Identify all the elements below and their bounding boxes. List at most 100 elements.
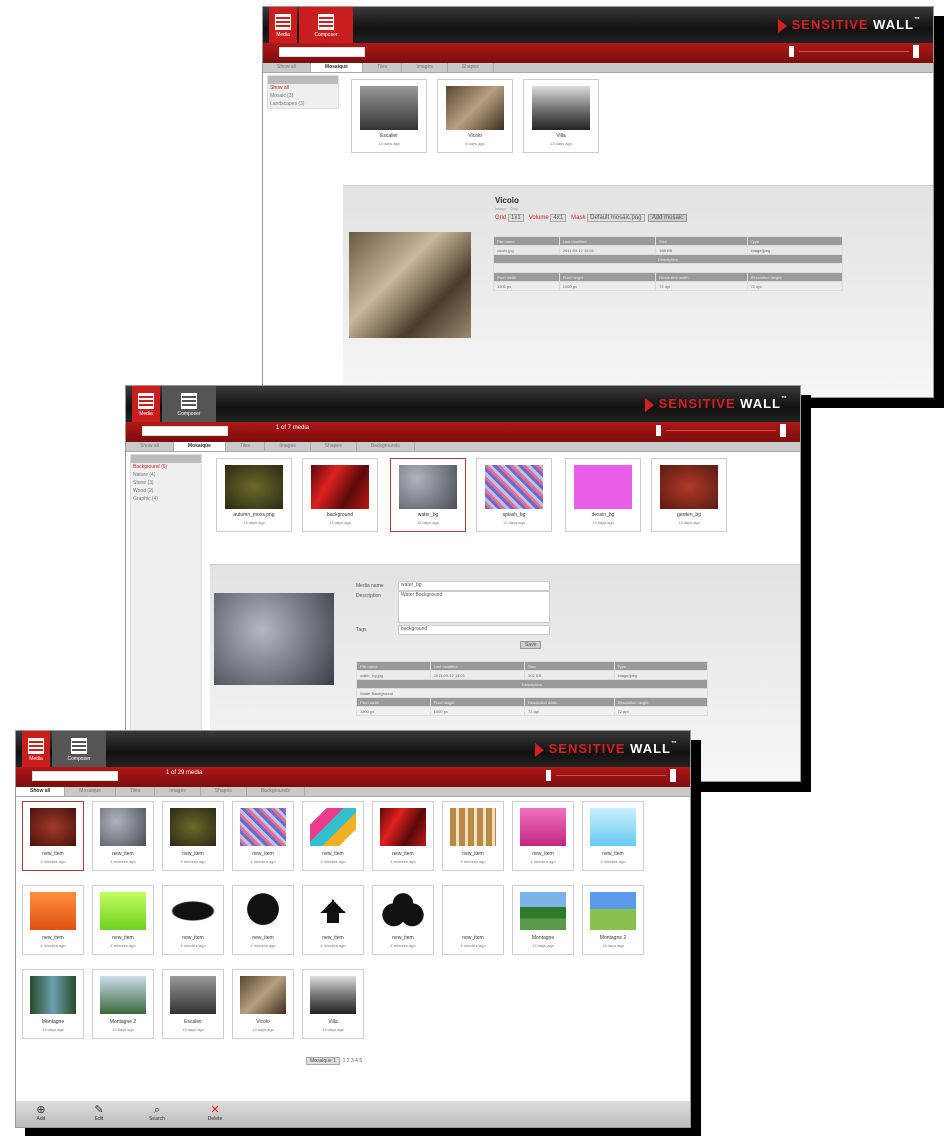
thumb-image <box>311 465 369 509</box>
category-sidebar: Show all Mosaic (3) Landscapes (3) <box>267 75 339 109</box>
zoom-slider[interactable] <box>789 45 919 58</box>
delete-button[interactable]: ✕ Delete <box>200 1104 230 1122</box>
media-thumb[interactable]: new_item 4 minutes ago <box>582 801 644 871</box>
sidebar-item[interactable]: Show all <box>268 84 338 92</box>
save-button[interactable]: Save <box>520 641 542 649</box>
media-thumb[interactable]: new_item 4 minutes ago <box>302 885 364 955</box>
tab-mosaique[interactable]: Mosaique <box>65 787 116 796</box>
media-thumb[interactable]: background 13 days ago <box>302 458 378 532</box>
media-thumb[interactable]: new_item 4 minutes ago <box>22 801 84 871</box>
tab-images[interactable]: Images <box>265 442 311 451</box>
media-thumb[interactable]: Vicolo 8 days ago <box>437 79 513 153</box>
media-thumb[interactable]: Villa 13 days ago <box>523 79 599 153</box>
media-thumb[interactable]: Escalier 13 days ago <box>351 79 427 153</box>
sidebar-item[interactable]: Wood (2) <box>131 487 201 495</box>
media-thumb[interactable]: new_item 4 minutes ago <box>162 885 224 955</box>
media-thumb[interactable]: new_item 4 minutes ago <box>372 801 434 871</box>
tab-show-all[interactable]: Show all <box>126 442 174 451</box>
tab-tiles[interactable]: Tiles <box>116 787 156 796</box>
tab-shapes[interactable]: Shapes <box>448 63 494 72</box>
zoom-slider[interactable] <box>546 769 676 782</box>
media-thumb[interactable]: new_item 4 minutes ago <box>162 801 224 871</box>
media-thumb[interactable]: new_item 4 minutes ago <box>372 885 434 955</box>
tab-tiles[interactable]: Tiles <box>363 63 403 72</box>
media-thumb[interactable]: new_item 4 minutes ago <box>302 801 364 871</box>
media-thumb[interactable]: new_item 4 minutes ago <box>232 885 294 955</box>
media-thumb[interactable]: Escalier 13 days ago <box>162 969 224 1039</box>
media-thumb[interactable]: Montagne 2 13 days ago <box>92 969 154 1039</box>
media-thumb[interactable]: garden_bg 13 days ago <box>651 458 727 532</box>
composer-nav-button[interactable]: Composer <box>299 7 353 43</box>
media-thumb[interactable]: new_item 4 minutes ago <box>442 801 504 871</box>
media-thumb[interactable]: new_item 4 minutes ago <box>512 801 574 871</box>
composer-label: Composer <box>67 756 91 762</box>
media-thumb[interactable]: new_item 4 minutes ago <box>92 885 154 955</box>
mask-select[interactable]: Default mosaic.png <box>587 214 645 222</box>
tab-show-all[interactable]: Show all <box>263 63 311 72</box>
sidebar-item[interactable]: Stone (3) <box>131 479 201 487</box>
composer-nav-button[interactable]: Composer <box>162 386 216 422</box>
search-input[interactable] <box>279 47 365 57</box>
media-nav-button[interactable]: Media <box>132 386 160 422</box>
thumb-image <box>100 808 146 846</box>
toolbar: 1 of 7 media <box>126 422 800 442</box>
search-input[interactable] <box>32 771 118 781</box>
media-thumb[interactable]: autumn_moss.png 13 days ago <box>216 458 292 532</box>
thumb-time: 13 days ago <box>678 520 700 525</box>
tab-mosaique[interactable]: Mosaique <box>173 442 226 451</box>
media-thumb[interactable]: water_bg 12 days ago <box>390 458 466 532</box>
media-name-input[interactable]: water_bg <box>398 581 550 591</box>
media-thumb[interactable]: new_item 4 minutes ago <box>22 885 84 955</box>
tab-shapes[interactable]: Shapes <box>201 787 247 796</box>
sidebar-item[interactable]: Landscapes (3) <box>268 100 338 108</box>
tab-backgrounds[interactable]: Backgrounds <box>247 787 305 796</box>
page-links[interactable]: 1 2 3 4 5 <box>343 1058 362 1064</box>
page-select[interactable]: Mosaique 1 <box>306 1057 340 1065</box>
thumb-image <box>446 86 504 130</box>
tab-backgrounds[interactable]: Backgrounds <box>357 442 415 451</box>
thumb-image <box>30 892 76 930</box>
sidebar-item[interactable]: Nature (4) <box>131 471 201 479</box>
media-thumb[interactable]: Montagne 2 13 days ago <box>582 885 644 955</box>
search-input[interactable] <box>142 426 228 436</box>
composer-nav-button[interactable]: Composer <box>52 731 106 767</box>
media-thumb[interactable]: new_item 4 minutes ago <box>232 801 294 871</box>
media-name-label: Media name <box>356 583 384 589</box>
tab-images[interactable]: Images <box>155 787 201 796</box>
search-button[interactable]: ⌕ Search <box>142 1104 172 1122</box>
media-nav-button[interactable]: Media <box>22 731 50 767</box>
add-mosaic-button[interactable]: Add mosaic <box>647 214 688 222</box>
thumb-time: 4 minutes ago <box>390 859 416 864</box>
media-thumb[interactable]: splash_bg 12 days ago <box>476 458 552 532</box>
volume-select[interactable]: 4x1 <box>550 214 567 222</box>
tab-tiles[interactable]: Tiles <box>226 442 266 451</box>
media-thumb[interactable]: Montagne 13 days ago <box>22 969 84 1039</box>
tab-shapes[interactable]: Shapes <box>311 442 357 451</box>
media-thumb[interactable]: Vicolo 13 days ago <box>232 969 294 1039</box>
tab-mosaique[interactable]: Mosaique <box>310 63 363 72</box>
media-nav-button[interactable]: Media <box>269 7 297 43</box>
composer-label: Composer <box>177 411 201 417</box>
description-textarea[interactable]: Water Background <box>398 591 550 623</box>
zoom-slider[interactable] <box>656 424 786 437</box>
media-thumb[interactable]: Montagne 13 days ago <box>512 885 574 955</box>
toolbar <box>263 43 933 63</box>
media-thumb[interactable]: dessin_bg 13 days ago <box>565 458 641 532</box>
thumb-name: Montagne 2 <box>599 935 627 941</box>
tab-show-all[interactable]: Show all <box>16 787 66 796</box>
sidebar-item[interactable]: Graphic (4) <box>131 495 201 503</box>
media-thumb[interactable]: Villa 13 days ago <box>302 969 364 1039</box>
tags-input[interactable]: background <box>398 625 550 635</box>
media-thumb[interactable]: new_item 4 minutes ago <box>442 885 504 955</box>
thumb-name: new_item <box>532 851 554 857</box>
sidebar-item[interactable]: Mosaic (3) <box>268 92 338 100</box>
tab-images[interactable]: Images <box>402 63 448 72</box>
thumb-name: Villa <box>328 1019 338 1025</box>
media-thumb[interactable]: new_item 4 minutes ago <box>92 801 154 871</box>
add-button[interactable]: ⊕ Add <box>26 1104 56 1122</box>
sidebar-item[interactable]: Background (6) <box>131 463 201 471</box>
thumb-image <box>520 892 566 930</box>
add-icon: ⊕ <box>36 1104 46 1116</box>
grid-select[interactable]: 1x1 <box>508 214 524 222</box>
edit-button[interactable]: ✎ Edit <box>84 1104 114 1122</box>
